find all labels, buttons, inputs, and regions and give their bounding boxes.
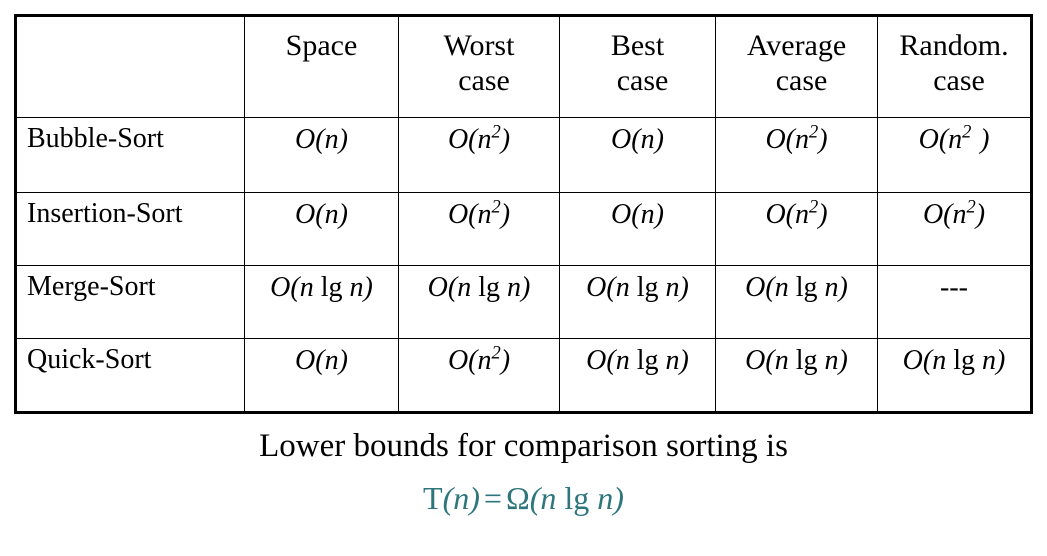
- header-cell-worst-case: Worst case: [398, 15, 560, 118]
- cell-worst-insertion-sort: O(n2): [398, 192, 560, 266]
- cell-best-insertion-sort: O(n): [559, 192, 716, 266]
- complexity-value: O(n lg n): [270, 272, 373, 303]
- cell-best-bubble-sort: O(n): [559, 117, 716, 193]
- cell-algorithm-quick-sort: Quick-Sort: [15, 338, 245, 413]
- cell-algorithm-insertion-sort: Insertion-Sort: [15, 192, 245, 266]
- cell-best-merge-sort: O(n lg n): [559, 265, 716, 339]
- header-label-average-case: Average case: [746, 29, 847, 98]
- header-cell-average-case: Average case: [715, 15, 878, 118]
- table-row: Quick-Sort O(n) O(n2) O(n lg n) O(n lg n…: [15, 338, 1032, 413]
- header-label-random-case: Random. case: [899, 29, 1009, 98]
- complexity-value: O(n lg n): [745, 272, 848, 303]
- cell-random-bubble-sort: O(n2 ): [877, 117, 1032, 193]
- table-header-row: Space Worst case Best case Average case …: [15, 15, 1032, 118]
- algorithm-label: Merge-Sort: [27, 271, 156, 302]
- slide: Space Worst case Best case Average case …: [0, 0, 1047, 556]
- complexity-value: O(n2): [765, 196, 828, 230]
- cell-average-bubble-sort: O(n2): [715, 117, 878, 193]
- complexity-value-empty: ---: [940, 272, 968, 303]
- header-cell-algorithm: [15, 15, 245, 118]
- header-label-space: Space: [285, 29, 358, 62]
- cell-space-quick-sort: O(n): [244, 338, 399, 413]
- cell-average-quick-sort: O(n lg n): [715, 338, 878, 413]
- table-row: Insertion-Sort O(n) O(n2) O(n) O(n2) O(n…: [15, 192, 1032, 266]
- complexity-table-container: Space Worst case Best case Average case …: [14, 14, 1033, 414]
- complexity-value: O(n): [611, 199, 664, 230]
- complexity-value: O(n2): [447, 196, 511, 230]
- cell-algorithm-merge-sort: Merge-Sort: [15, 265, 245, 339]
- cell-worst-bubble-sort: O(n2): [398, 117, 560, 193]
- cell-worst-quick-sort: O(n2): [398, 338, 560, 413]
- cell-random-insertion-sort: O(n2): [877, 192, 1032, 266]
- formula-argument: n: [453, 480, 470, 516]
- complexity-value: O(n): [295, 124, 348, 155]
- header-label-algorithm: [17, 17, 244, 28]
- cell-space-merge-sort: O(n lg n): [244, 265, 399, 339]
- cell-random-quick-sort: O(n lg n): [877, 338, 1032, 413]
- table-row: Merge-Sort O(n lg n) O(n lg n) O(n lg n)…: [15, 265, 1032, 339]
- header-cell-space: Space: [244, 15, 399, 118]
- complexity-value: O(n2): [447, 121, 511, 155]
- cell-space-insertion-sort: O(n): [244, 192, 399, 266]
- complexity-value: O(n lg n): [427, 272, 531, 303]
- complexity-value: O(n2): [765, 121, 828, 155]
- omega-symbol: Ω: [505, 480, 530, 516]
- formula-function-name: T: [423, 480, 443, 516]
- lower-bound-caption: Lower bounds for comparison sorting is: [259, 428, 788, 464]
- cell-best-quick-sort: O(n lg n): [559, 338, 716, 413]
- complexity-value: O(n2): [922, 196, 986, 230]
- complexity-value: O(n): [295, 345, 348, 376]
- formula-equals: =: [483, 480, 502, 516]
- complexity-value: O(n lg n): [745, 345, 848, 376]
- complexity-value: O(n): [295, 199, 348, 230]
- cell-space-bubble-sort: O(n): [244, 117, 399, 193]
- algorithm-label: Quick-Sort: [27, 344, 152, 375]
- table-row: Bubble-Sort O(n) O(n2) O(n) O(n2) O(n2): [15, 117, 1032, 193]
- header-cell-random-case: Random. case: [877, 15, 1032, 118]
- complexity-value: O(n lg n): [586, 272, 689, 303]
- complexity-value: O(n2 ): [918, 121, 990, 155]
- cell-algorithm-bubble-sort: Bubble-Sort: [15, 117, 245, 193]
- complexity-value: O(n lg n): [586, 345, 689, 376]
- complexity-value: O(n): [611, 124, 664, 155]
- cell-average-insertion-sort: O(n2): [715, 192, 878, 266]
- lower-bound-formula: T(n) = Ω(n lg n): [423, 480, 624, 516]
- complexity-value: O(n2): [447, 342, 511, 376]
- header-cell-best-case: Best case: [559, 15, 716, 118]
- cell-random-merge-sort: ---: [877, 265, 1032, 339]
- sorting-complexity-table: Space Worst case Best case Average case …: [14, 14, 1033, 414]
- complexity-value: O(n lg n): [902, 345, 1006, 376]
- cell-average-merge-sort: O(n lg n): [715, 265, 878, 339]
- algorithm-label: Bubble-Sort: [27, 123, 164, 154]
- cell-worst-merge-sort: O(n lg n): [398, 265, 560, 339]
- header-label-worst-case: Worst case: [443, 29, 515, 98]
- algorithm-label: Insertion-Sort: [27, 198, 183, 229]
- header-label-best-case: Best case: [610, 29, 669, 98]
